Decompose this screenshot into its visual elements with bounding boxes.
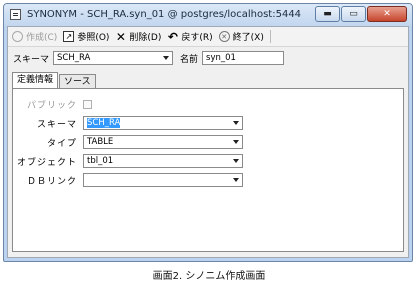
schema-label: スキーマ — [36, 119, 77, 130]
chevron-down-icon — [163, 56, 170, 60]
synonym-window: SYNONYM - SCH_RA.syn_01 @ postgres/local… — [3, 3, 413, 262]
reference-arrow-icon: ↗ — [63, 31, 75, 42]
toolbar: 作成(C) ↗ 参照(O) ✕ 削除(D) ↶ 戻す(R) ✕ 終了(X) — [8, 27, 408, 47]
app-window-icon — [10, 9, 21, 20]
dblink-select[interactable] — [83, 173, 243, 187]
schema-row: スキーマ SCH_RA — [13, 116, 243, 130]
header-schema-label: スキーマ — [13, 54, 50, 65]
object-row: オブジェクト tbl_01 — [13, 154, 243, 168]
header-name-label: 名前 — [180, 54, 199, 65]
dblink-label: ＤＢリンク — [26, 176, 77, 187]
delete-button-label: 削除(D) — [129, 33, 162, 43]
public-label: パブリック — [26, 100, 77, 111]
title-bar[interactable]: SYNONYM - SCH_RA.syn_01 @ postgres/local… — [4, 4, 412, 26]
schema-select-value: SCH_RA — [87, 118, 121, 128]
tab-bar: 定義情報 ソース — [12, 72, 97, 88]
toolbar-separator — [269, 30, 271, 43]
header-row: スキーマ SCH_RA 名前 syn_01 — [8, 47, 408, 69]
object-select-value: tbl_01 — [87, 156, 114, 166]
reference-button-label: 参照(O) — [77, 33, 110, 43]
exit-button-label: 終了(X) — [232, 33, 264, 43]
type-label: タイプ — [46, 138, 77, 149]
back-button[interactable]: ↶ 戻す(R) — [167, 29, 213, 44]
type-select[interactable]: TABLE — [83, 135, 243, 149]
reference-button[interactable]: ↗ 参照(O) — [63, 30, 109, 43]
create-circle-icon — [12, 31, 23, 42]
schema-select[interactable]: SCH_RA — [83, 116, 243, 130]
window-client-area: 作成(C) ↗ 参照(O) ✕ 削除(D) ↶ 戻す(R) ✕ 終了(X) スキ… — [7, 26, 409, 258]
back-button-label: 戻す(R) — [181, 33, 213, 43]
tab-source[interactable]: ソース — [59, 74, 96, 88]
create-button-label: 作成(C) — [26, 33, 58, 43]
chevron-down-icon — [233, 159, 239, 163]
public-checkbox[interactable] — [83, 99, 92, 109]
public-row: パブリック — [13, 97, 92, 111]
window-controls: ▬ ▭ ✕ — [315, 6, 407, 22]
chevron-down-icon — [233, 178, 239, 182]
close-button[interactable]: ✕ — [367, 6, 407, 22]
definition-panel: パブリック スキーマ SCH_RA タイプ TABLE オブジェクト tbl_0… — [12, 88, 404, 252]
exit-button[interactable]: ✕ 終了(X) — [218, 30, 264, 43]
object-label: オブジェクト — [16, 157, 77, 168]
minimize-button[interactable]: ▬ — [315, 6, 340, 22]
figure-caption: 画面2. シノニム作成画面 — [152, 271, 266, 282]
window-title: SYNONYM - SCH_RA.syn_01 @ postgres/local… — [27, 9, 302, 20]
name-input[interactable]: syn_01 — [202, 51, 285, 65]
chevron-down-icon — [233, 140, 239, 144]
header-schema-select[interactable]: SCH_RA — [53, 51, 174, 65]
tab-definition[interactable]: 定義情報 — [12, 72, 59, 88]
type-select-value: TABLE — [87, 137, 114, 147]
create-button[interactable]: 作成(C) — [12, 30, 57, 43]
delete-x-icon: ✕ — [115, 29, 126, 44]
maximize-button[interactable]: ▭ — [341, 6, 366, 22]
undo-arrow-icon: ↶ — [167, 29, 178, 44]
type-row: タイプ TABLE — [13, 135, 243, 149]
dblink-row: ＤＢリンク — [13, 173, 243, 187]
chevron-down-icon — [233, 121, 239, 125]
exit-circle-icon: ✕ — [218, 31, 230, 42]
object-select[interactable]: tbl_01 — [83, 154, 243, 168]
delete-button[interactable]: ✕ 削除(D) — [115, 29, 162, 44]
header-schema-value: SCH_RA — [57, 53, 91, 63]
